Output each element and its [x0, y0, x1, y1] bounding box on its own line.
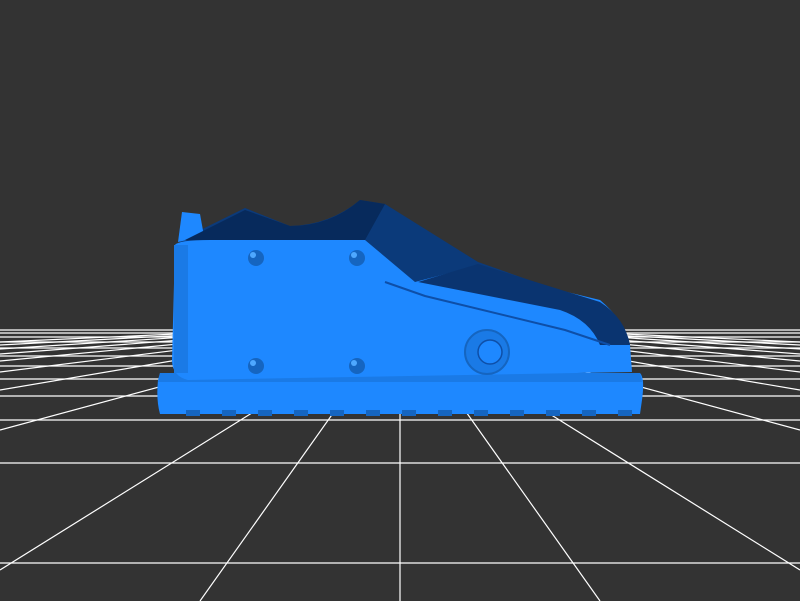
3d-viewport[interactable] — [0, 0, 800, 601]
rivet-icon — [248, 250, 264, 266]
rivet-icon — [349, 250, 365, 266]
heel-shade — [174, 245, 188, 373]
rivet-icon — [248, 358, 264, 374]
rivet-icon — [349, 358, 365, 374]
scene-canvas[interactable] — [0, 0, 800, 601]
side-button-icon — [464, 329, 510, 375]
